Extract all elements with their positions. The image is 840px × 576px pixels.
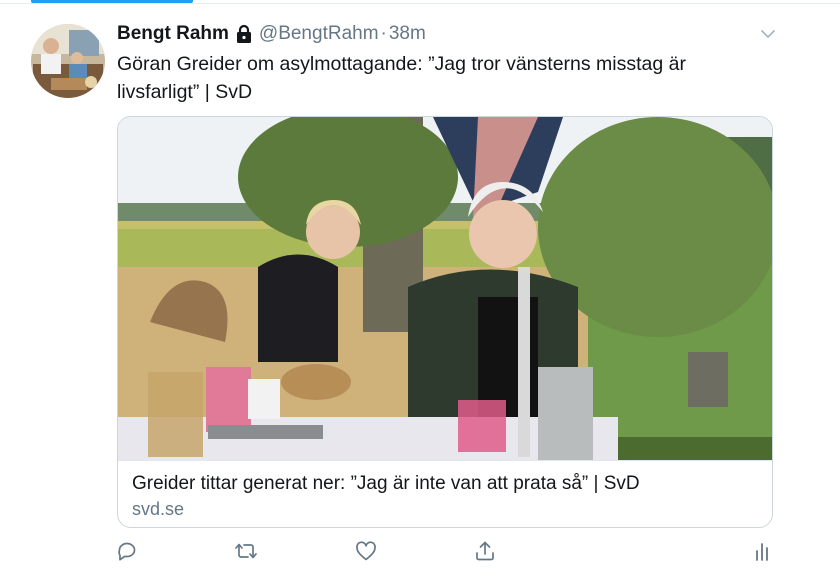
reply-icon[interactable]	[115, 539, 139, 563]
avatar[interactable]	[31, 24, 105, 98]
separator: ·	[380, 23, 387, 44]
heart-icon[interactable]	[354, 539, 378, 563]
link-card[interactable]: Greider tittar generat ner: ”Jag är inte…	[117, 116, 773, 528]
share-icon[interactable]	[473, 539, 497, 563]
tweet[interactable]: Bengt Rahm @BengtRahm · 38m Göran Greide…	[0, 4, 840, 576]
card-body[interactable]: Greider tittar generat ner: ”Jag är inte…	[118, 460, 772, 527]
chevron-down-icon[interactable]	[758, 24, 778, 44]
analytics-icon[interactable]	[750, 539, 774, 563]
retweet-icon[interactable]	[234, 539, 258, 563]
tweet-text-line: livsfarligt” | SvD	[117, 81, 253, 103]
tweet-text: Göran Greider om asylmottagande: ”Jag tr…	[117, 50, 777, 106]
card-domain[interactable]: svd.se	[132, 499, 184, 520]
tweet-header: Bengt Rahm @BengtRahm · 38m	[117, 20, 426, 48]
card-title[interactable]: Greider tittar generat ner: ”Jag är inte…	[132, 473, 640, 495]
tweet-text-line: Göran Greider om asylmottagande: ”Jag tr…	[117, 53, 686, 75]
display-name[interactable]: Bengt Rahm	[117, 23, 229, 45]
user-handle[interactable]: @BengtRahm	[259, 23, 379, 45]
card-image[interactable]	[118, 117, 772, 460]
tweet-actions	[0, 539, 840, 569]
timestamp[interactable]: 38m	[389, 23, 426, 45]
lock-icon	[235, 24, 253, 44]
